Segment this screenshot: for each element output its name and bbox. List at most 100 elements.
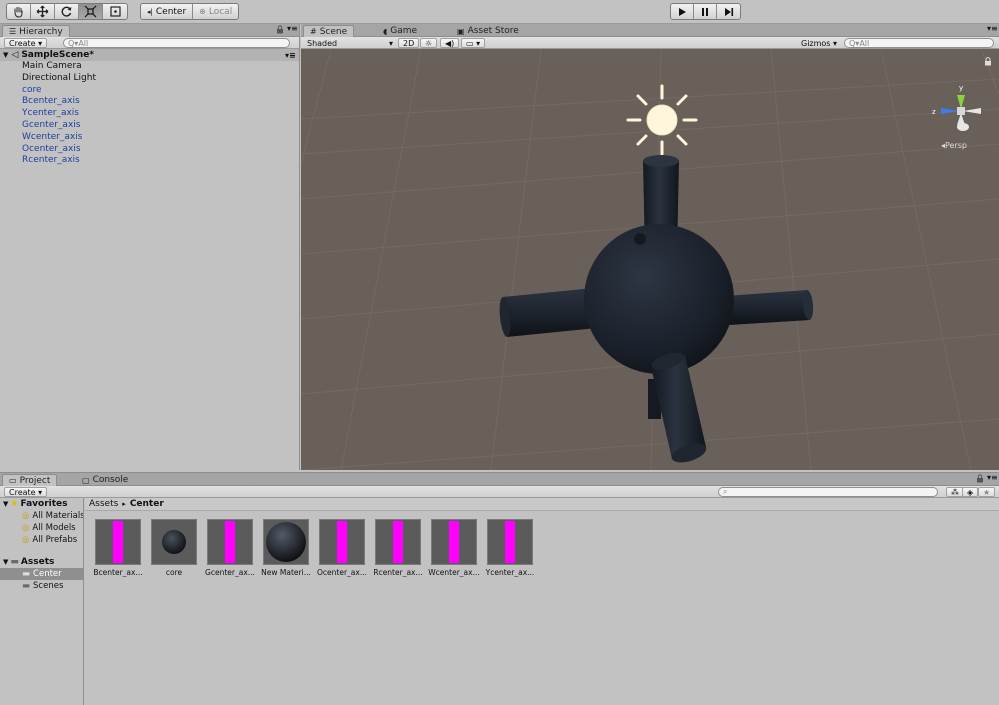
assets-header[interactable]: ▼ ▬ Assets (0, 556, 83, 568)
core-object[interactable] (498, 155, 814, 466)
scale-tool-button[interactable] (79, 4, 103, 19)
favorite-item[interactable]: ◎ All Prefabs (0, 534, 83, 546)
play-button[interactable] (671, 4, 694, 19)
scene-menu-icon[interactable]: ▾≡ (285, 51, 296, 60)
project-menu-icon[interactable]: ▾≡ (987, 473, 998, 482)
scene-effects-dropdown[interactable]: ▭ ▾ (461, 38, 486, 48)
pause-button[interactable] (694, 4, 717, 19)
breadcrumb-assets[interactable]: Assets (89, 499, 118, 509)
pivot-center-toggle[interactable]: ◂| Center (141, 4, 194, 19)
pivot-local-toggle[interactable]: ⊕ Local (193, 4, 238, 19)
breadcrumb-center[interactable]: Center (130, 499, 164, 509)
shading-mode-dropdown[interactable]: Shaded ▾ (307, 38, 393, 48)
hierarchy-item[interactable]: Rcenter_axis (0, 155, 299, 167)
hierarchy-item[interactable]: Main Camera (0, 61, 299, 73)
asset-grid: Bcenter_ax... core Gcenter_ax... New Mat… (93, 519, 534, 577)
favorite-item[interactable]: ◎ All Materials (0, 510, 83, 522)
project-create-button[interactable]: Create ▾ (4, 487, 48, 497)
search-filter-icon: ◎ (22, 511, 30, 521)
scene-lighting-toggle[interactable]: ☼ (420, 38, 438, 48)
expand-arrow-icon[interactable]: ▼ (3, 51, 8, 59)
favorite-item[interactable]: ◎ All Models (0, 522, 83, 534)
tab-asset-store-label: Asset Store (467, 26, 519, 36)
hierarchy-search-input[interactable]: Q▾All (63, 38, 290, 48)
expand-arrow-icon[interactable]: ▼ (3, 558, 8, 566)
local-globe-icon: ⊕ (199, 7, 206, 16)
asset-item[interactable]: Gcenter_ax... (205, 519, 255, 577)
orientation-gizmo[interactable]: y z ◂Persp (932, 84, 981, 150)
folder-item-center[interactable]: ▬ Center (0, 568, 83, 580)
scene-canvas[interactable]: y z ◂Persp (301, 49, 999, 470)
scene-audio-toggle[interactable]: ◀) (440, 38, 460, 48)
prefab-thumbnail (375, 519, 421, 565)
tab-game-label: Game (390, 26, 418, 36)
asset-label: Ycenter_ax... (485, 568, 535, 577)
hierarchy-item[interactable]: Wcenter_axis (0, 132, 299, 144)
list-icon: ☰ (9, 27, 17, 36)
hierarchy-item[interactable]: core (0, 85, 299, 97)
project-tabbar: ▭ Project ▢ Console ▾≡ (0, 473, 999, 486)
project-search-input[interactable]: ⌕ (718, 487, 938, 497)
asset-label: Ocenter_ax... (317, 568, 367, 577)
hierarchy-item[interactable]: Bcenter_axis (0, 96, 299, 108)
asset-item[interactable]: Rcenter_ax... (373, 519, 423, 577)
tab-project[interactable]: ▭ Project (2, 474, 58, 486)
material-thumbnail (263, 519, 309, 565)
folder-item-label: Scenes (33, 581, 64, 591)
toggle-2d-button[interactable]: 2D (398, 38, 420, 48)
hand-icon (14, 6, 23, 18)
tab-hierarchy[interactable]: ☰ Hierarchy (2, 25, 70, 37)
favorites-star-button[interactable]: ★ (978, 487, 996, 497)
hierarchy-item[interactable]: Ycenter_axis (0, 108, 299, 120)
tab-asset-store[interactable]: ▣ Asset Store (451, 25, 525, 37)
expand-arrow-icon[interactable]: ▼ (3, 500, 8, 508)
assets-label: Assets (20, 557, 55, 567)
tab-console-label: Console (92, 475, 129, 485)
tab-console[interactable]: ▢ Console (76, 474, 134, 486)
scene-viewport[interactable]: y z ◂Persp (301, 49, 999, 470)
panel-menu-icon[interactable]: ▾≡ (287, 24, 298, 33)
rect-tool-button[interactable] (103, 4, 127, 19)
hierarchy-tabbar: ☰ Hierarchy ▾≡ (0, 24, 299, 37)
hierarchy-create-button[interactable]: Create ▾ (4, 38, 48, 48)
asset-item[interactable]: Ycenter_ax... (486, 519, 534, 577)
pivot-controls: ◂| Center ⊕ Local (140, 3, 240, 20)
hierarchy-item[interactable]: Directional Light (0, 73, 299, 85)
asset-item[interactable]: core (151, 519, 197, 577)
folder-item-scenes[interactable]: ▬ Scenes (0, 580, 83, 592)
asset-item[interactable]: New Materi... (261, 519, 311, 577)
console-icon: ▢ (82, 475, 90, 485)
gizmo-persp-label[interactable]: ◂Persp (941, 141, 967, 150)
scene-name-label: SampleScene* (21, 50, 95, 60)
lock-icon[interactable] (276, 25, 284, 34)
tab-game[interactable]: ◖ Game (377, 25, 423, 37)
search-by-label-button[interactable]: ◈ (962, 487, 979, 497)
rotate-tool-button[interactable] (55, 4, 79, 19)
pivot-local-label: Local (208, 6, 233, 17)
asset-item[interactable]: Bcenter_ax... (93, 519, 143, 577)
favorites-header[interactable]: ▼ ★ Favorites (0, 498, 83, 510)
tab-scene[interactable]: # Scene (303, 25, 355, 37)
move-tool-button[interactable] (31, 4, 55, 19)
scene-panel: # Scene ◖ Game ▣ Asset Store ▾≡ Shaded ▾… (301, 24, 999, 470)
step-button[interactable] (717, 4, 740, 19)
search-filter-icon: ◎ (22, 523, 30, 533)
hand-tool-button[interactable] (7, 4, 31, 19)
hierarchy-item[interactable]: Gcenter_axis (0, 120, 299, 132)
gizmos-dropdown[interactable]: Gizmos ▾ (801, 38, 837, 48)
scene-panel-menu-icon[interactable]: ▾≡ (987, 24, 998, 33)
toggle-2d-label: 2D (403, 38, 415, 48)
project-subbar: Create ▾ ⌕ ⁂ ◈ ★ (0, 486, 999, 498)
project-lock-icon[interactable] (976, 474, 984, 483)
scene-search-input[interactable]: Q▾All (844, 38, 994, 48)
viewport-lock-icon[interactable] (985, 57, 991, 66)
breadcrumb: Assets ▸ Center (85, 498, 999, 511)
asset-item[interactable]: Ocenter_ax... (317, 519, 367, 577)
directional-light-icon[interactable] (626, 84, 698, 156)
hierarchy-item[interactable]: Ocenter_axis (0, 144, 299, 156)
scene-root-row[interactable]: ▼ ◁ SampleScene* ▾≡ (0, 49, 299, 61)
lighting-sun-icon: ☼ (425, 38, 433, 48)
effects-image-icon: ▭ ▾ (466, 38, 481, 48)
search-icon: ⌕ (723, 487, 728, 496)
asset-item[interactable]: Wcenter_ax... (428, 519, 480, 577)
